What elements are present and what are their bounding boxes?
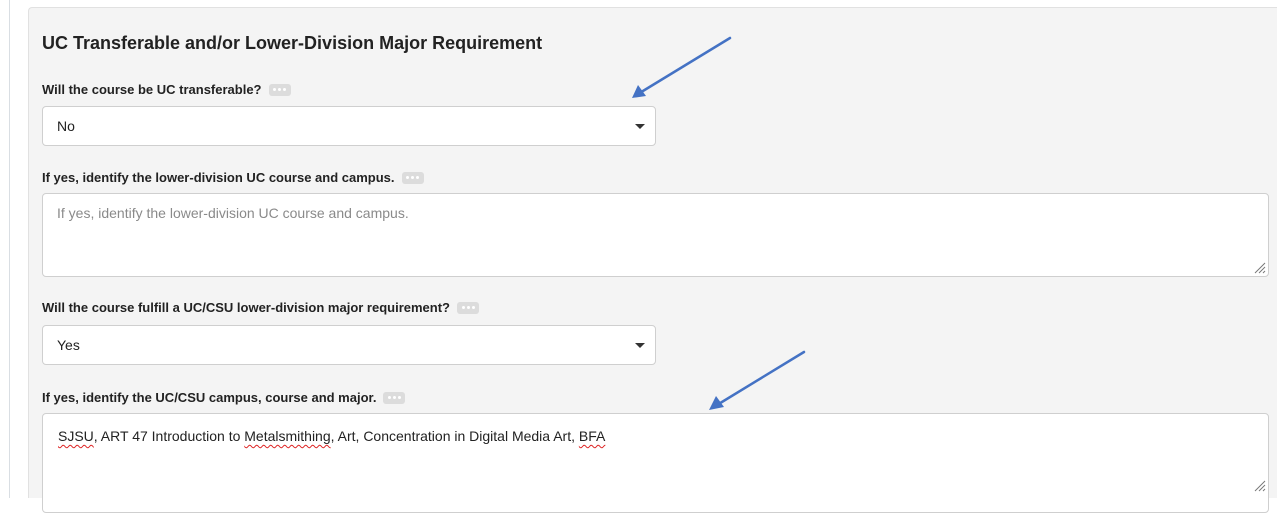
major-requirement-label: Will the course fulfill a UC/CSU lower-d… xyxy=(42,300,480,315)
misspelled-word: BFA xyxy=(578,428,606,444)
campus-course-major-label-text: If yes, identify the UC/CSU campus, cour… xyxy=(42,390,377,405)
uc-transferable-select[interactable]: No xyxy=(42,106,656,146)
uc-course-campus-textarea[interactable] xyxy=(42,193,1269,277)
resize-handle-icon[interactable] xyxy=(1254,262,1266,274)
misspelled-word: SJSU xyxy=(58,428,94,444)
uc-transferable-label: Will the course be UC transferable? xyxy=(42,82,291,97)
major-requirement-selected-value: Yes xyxy=(57,337,80,353)
section-title: UC Transferable and/or Lower-Division Ma… xyxy=(42,33,543,53)
uc-course-campus-label-text: If yes, identify the lower-division UC c… xyxy=(42,170,395,185)
page-left-border xyxy=(9,0,10,498)
misspelled-word: Metalsmithing xyxy=(244,428,331,444)
major-requirement-label-text: Will the course fulfill a UC/CSU lower-d… xyxy=(42,300,451,315)
campus-course-major-label: If yes, identify the UC/CSU campus, cour… xyxy=(42,390,406,405)
annotation-arrow-icon xyxy=(709,350,806,410)
chevron-down-icon[interactable] xyxy=(635,343,645,348)
annotation-arrow-icon xyxy=(632,36,732,98)
campus-course-major-value: SJSU, ART 47 Introduction to Metalsmithi… xyxy=(58,428,605,444)
more-dots-icon[interactable] xyxy=(383,391,406,404)
major-requirement-select[interactable]: Yes xyxy=(42,325,656,365)
uc-course-campus-label: If yes, identify the lower-division UC c… xyxy=(42,170,424,185)
more-dots-icon[interactable] xyxy=(401,171,424,184)
uc-transferable-label-text: Will the course be UC transferable? xyxy=(42,82,262,97)
value-text-segment: , Art, Concentration in Digital Media Ar… xyxy=(330,428,579,444)
uc-transferable-selected-value: No xyxy=(57,118,75,134)
more-dots-icon[interactable] xyxy=(457,301,480,314)
more-dots-icon[interactable] xyxy=(268,83,291,96)
resize-handle-icon[interactable] xyxy=(1254,480,1266,492)
value-text-segment: , ART 47 Introduction to xyxy=(93,428,245,444)
chevron-down-icon[interactable] xyxy=(635,124,645,129)
